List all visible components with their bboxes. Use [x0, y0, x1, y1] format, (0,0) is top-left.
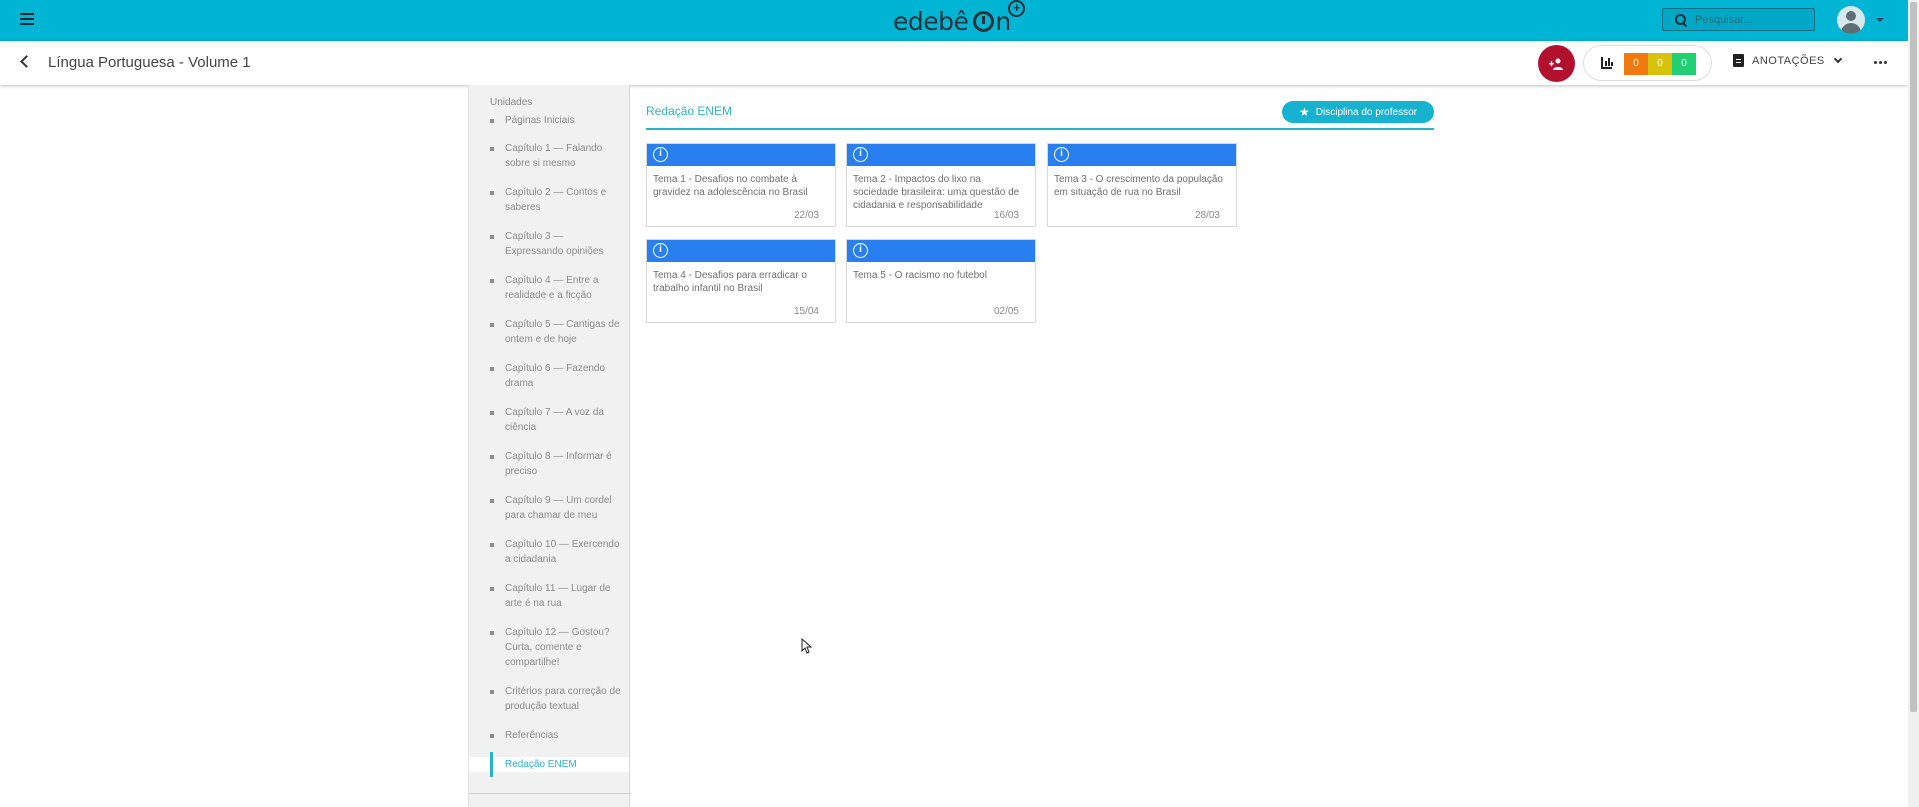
- card-header: i: [847, 240, 1035, 262]
- essay-card[interactable]: i Tema 4 - Desafios para erradicar o trab…: [646, 239, 836, 323]
- progress-stats[interactable]: 0 0 0: [1583, 45, 1712, 81]
- stat-done: 0: [1672, 53, 1696, 75]
- sidebar-unit-item[interactable]: Capítulo 5 — Cantigas de ontem e de hoje: [469, 317, 629, 347]
- essay-card[interactable]: i Tema 5 - O racismo no futebol 02/05: [846, 239, 1036, 323]
- card-date: 16/03: [993, 210, 1019, 221]
- card-date: 02/05: [993, 306, 1019, 317]
- divider: [469, 793, 631, 794]
- card-title: Tema 2 - Impactos do lixo na sociedade b…: [853, 174, 1020, 211]
- sidebar-unit-item[interactable]: Capítulo 6 — Fazendo drama: [469, 361, 629, 391]
- info-icon[interactable]: i: [853, 243, 868, 258]
- chevron-down-icon: [1833, 54, 1843, 63]
- card-title: Tema 3 - O crescimento da população em s…: [1054, 174, 1223, 198]
- card-title: Tema 5 - O racismo no futebol: [853, 270, 987, 281]
- sidebar-unit-item[interactable]: Capítulo 11 — Lugar de arte é na rua: [469, 581, 629, 611]
- card-header: i: [847, 144, 1035, 166]
- info-icon[interactable]: i: [1054, 147, 1069, 162]
- top-bar: edebê n +: [0, 0, 1908, 41]
- notes-dropdown[interactable]: ANOTAÇÕES: [1733, 54, 1843, 67]
- search-box[interactable]: [1662, 8, 1815, 31]
- star-icon: ★: [1299, 105, 1310, 119]
- essay-card[interactable]: i Tema 2 - Impactos do lixo na sociedade …: [846, 143, 1036, 227]
- essay-card[interactable]: i Tema 3 - O crescimento da população em …: [1047, 143, 1237, 227]
- book-title: Língua Portuguesa - Volume 1: [48, 54, 251, 71]
- card-header: i: [1048, 144, 1236, 166]
- card-header: i: [647, 240, 835, 262]
- info-icon[interactable]: i: [653, 147, 668, 162]
- info-icon[interactable]: i: [653, 243, 668, 258]
- plus-icon: +: [1008, 0, 1026, 17]
- scrollbar[interactable]: [1908, 0, 1919, 807]
- sidebar-unit-item[interactable]: Redação ENEM: [469, 752, 629, 777]
- sidebar-unit-item[interactable]: Capítulo 2 — Contos e saberes: [469, 185, 629, 215]
- sidebar-unit-item[interactable]: Capítulo 7 — A voz da ciência: [469, 405, 629, 435]
- group-add-icon: [1548, 58, 1563, 70]
- bar-chart-icon: [1601, 57, 1613, 69]
- stat-in-progress: 0: [1648, 53, 1672, 75]
- avatar[interactable]: [1837, 6, 1865, 34]
- sidebar-unit-item[interactable]: Capítulo 9 — Um cordel para chamar de me…: [469, 493, 629, 523]
- search-input[interactable]: [1695, 13, 1805, 26]
- caret-down-icon[interactable]: [1876, 18, 1884, 22]
- card-date: 28/03: [1194, 210, 1220, 221]
- sidebar-unit-item[interactable]: Critérios para correção de produção text…: [469, 684, 629, 714]
- section-title: Redação ENEM: [646, 104, 733, 118]
- professor-subject-button[interactable]: ★ Disciplina do professor: [1282, 101, 1434, 123]
- book-header: Língua Portuguesa - Volume 1 0 0 0 ANOTA…: [0, 41, 1908, 85]
- sidebar-unit-item[interactable]: Capítulo 10 — Exercendo a cidadania: [469, 537, 629, 567]
- sidebar-unit-item[interactable]: Capítulo 12 — Gostou? Curta, comente e c…: [469, 625, 629, 670]
- sidebar-unit-item[interactable]: Capítulo 1 — Falando sobre si mesmo: [469, 141, 629, 171]
- add-group-button[interactable]: [1538, 45, 1575, 82]
- card-date: 15/04: [793, 306, 819, 317]
- card-header: i: [647, 144, 835, 166]
- search-icon: [1675, 13, 1687, 26]
- logo-text: edebê: [893, 6, 969, 36]
- mouse-cursor: [801, 638, 813, 654]
- stat-pending: 0: [1624, 53, 1648, 75]
- sidebar-heading: Unidades: [490, 97, 533, 108]
- more-options-icon[interactable]: [1874, 61, 1887, 64]
- back-arrow-icon[interactable]: [20, 55, 33, 68]
- logo[interactable]: edebê n +: [893, 0, 1026, 36]
- notes-label: ANOTAÇÕES: [1752, 54, 1825, 67]
- document-icon: [1733, 54, 1744, 67]
- divider: [646, 128, 1434, 130]
- professor-button-label: Disciplina do professor: [1315, 106, 1417, 118]
- logo-on-mark: n +: [973, 0, 1026, 36]
- card-title: Tema 4 - Desafios para erradicar o traba…: [653, 270, 807, 294]
- sidebar-unit-item[interactable]: Capítulo 8 — Informar é preciso: [469, 449, 629, 479]
- sidebar-unit-item[interactable]: Referências: [469, 728, 629, 743]
- sidebar-unit-item[interactable]: Capítulo 3 — Expressando opiniões: [469, 229, 629, 259]
- sidebar-unit-item[interactable]: Capítulo 4 — Entre a realidade e a ficçã…: [469, 273, 629, 303]
- sidebar-unit-item[interactable]: Páginas Iniciais: [469, 113, 629, 128]
- units-sidebar: Unidades Páginas Iniciais Capítulo 1 — Fa…: [468, 85, 631, 807]
- essay-card[interactable]: i Tema 1 - Desafios no combate à gravidez…: [646, 143, 836, 227]
- power-icon: [973, 10, 995, 32]
- menu-icon[interactable]: [20, 13, 34, 25]
- units-list: Páginas Iniciais Capítulo 1 — Falando sob…: [469, 113, 629, 777]
- card-date: 22/03: [793, 210, 819, 221]
- info-icon[interactable]: i: [853, 147, 868, 162]
- card-title: Tema 1 - Desafios no combate à gravidez …: [653, 174, 808, 198]
